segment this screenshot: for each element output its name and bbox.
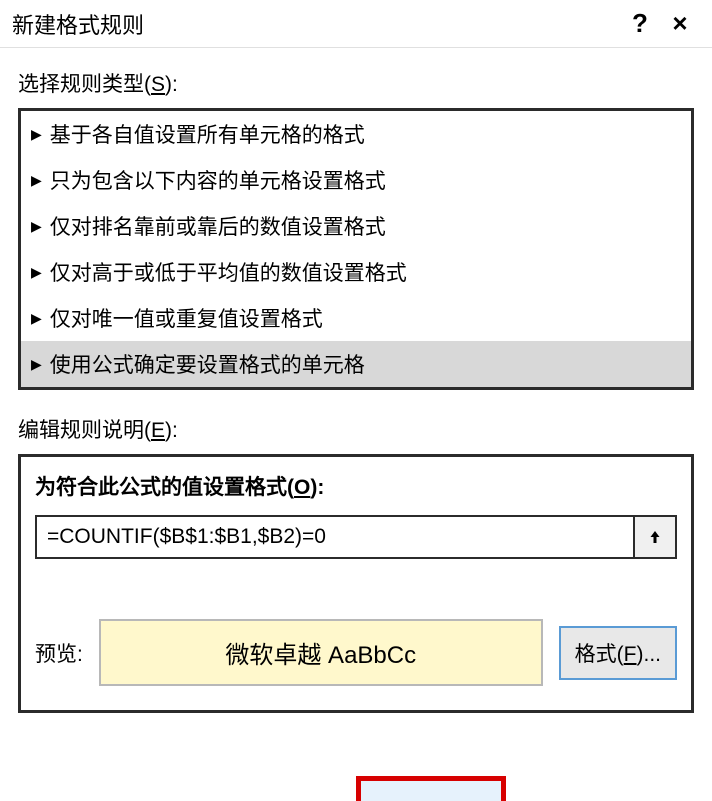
rule-type-item[interactable]: ▶仅对高于或低于平均值的数值设置格式 <box>21 249 691 295</box>
rule-type-item[interactable]: ▶只为包含以下内容的单元格设置格式 <box>21 157 691 203</box>
triangle-icon: ▶ <box>31 264 42 281</box>
edit-desc-label: 编辑规则说明(E): <box>18 414 694 444</box>
triangle-icon: ▶ <box>31 218 42 235</box>
edit-desc-box: 为符合此公式的值设置格式(O): 预览: 微软卓越 AaBbCc 格式(F)..… <box>18 454 694 713</box>
preview-sample: 微软卓越 AaBbCc <box>99 619 543 686</box>
rule-type-item[interactable]: ▶仅对唯一值或重复值设置格式 <box>21 295 691 341</box>
range-selector-button[interactable] <box>633 515 677 559</box>
collapse-icon <box>646 528 664 546</box>
rule-type-item[interactable]: ▶仅对排名靠前或靠后的数值设置格式 <box>21 203 691 249</box>
formula-title: 为符合此公式的值设置格式(O): <box>35 471 677 501</box>
triangle-icon: ▶ <box>31 310 42 327</box>
rule-type-item[interactable]: ▶基于各自值设置所有单元格的格式 <box>21 111 691 157</box>
format-button[interactable]: 格式(F)... <box>559 626 677 680</box>
dialog-title: 新建格式规则 <box>12 8 620 40</box>
preview-label: 预览: <box>35 638 83 668</box>
rule-type-item[interactable]: ▶使用公式确定要设置格式的单元格 <box>21 341 691 387</box>
rule-type-list: ▶基于各自值设置所有单元格的格式 ▶只为包含以下内容的单元格设置格式 ▶仅对排名… <box>18 108 694 390</box>
formula-input[interactable] <box>35 515 633 559</box>
rule-type-label: 选择规则类型(S): <box>18 68 694 98</box>
triangle-icon: ▶ <box>31 356 42 373</box>
close-icon[interactable]: × <box>660 8 700 39</box>
triangle-icon: ▶ <box>31 126 42 143</box>
ok-button-highlight[interactable] <box>356 776 506 801</box>
help-icon[interactable]: ? <box>620 8 660 39</box>
triangle-icon: ▶ <box>31 172 42 189</box>
